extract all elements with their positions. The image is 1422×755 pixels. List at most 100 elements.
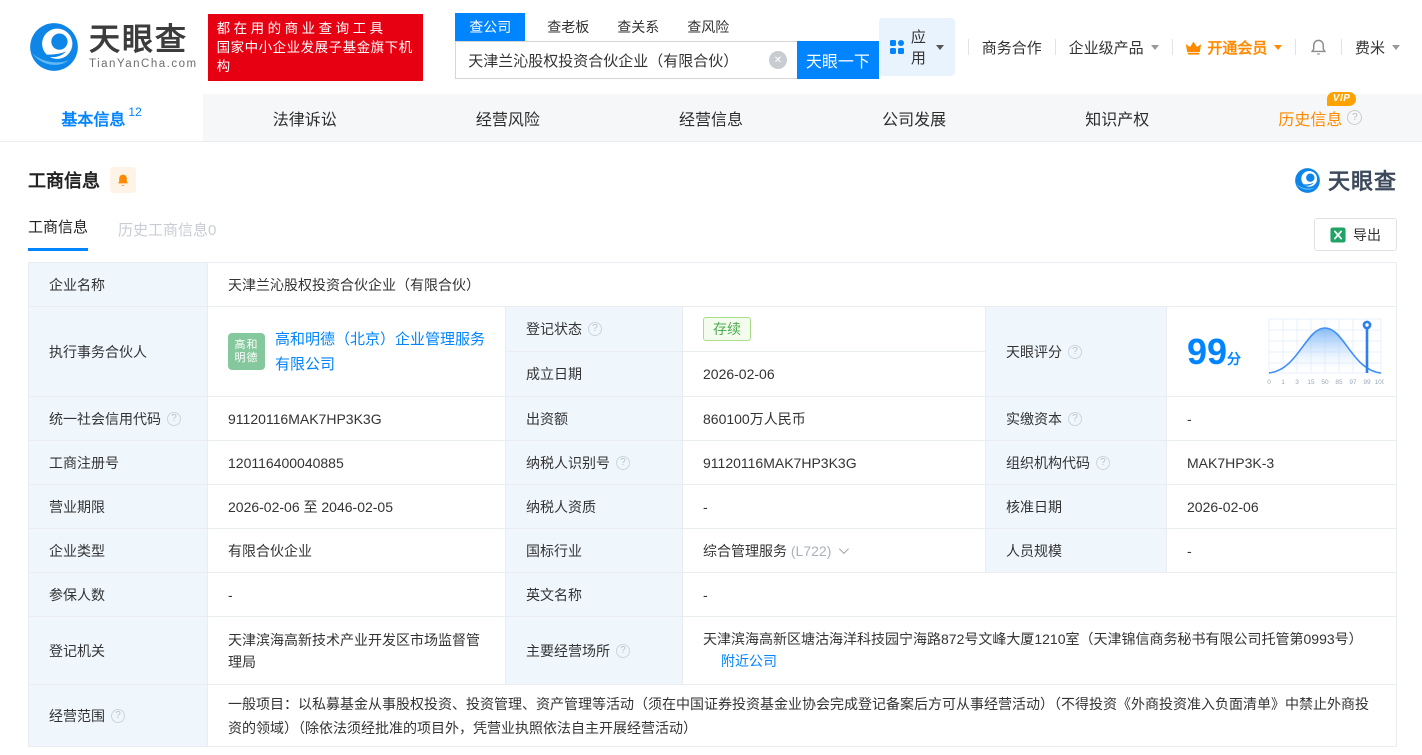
monitor-bell-button[interactable] <box>110 167 136 193</box>
divider <box>1295 39 1297 55</box>
status-badge: 存续 <box>703 317 751 341</box>
search-tab-company[interactable]: 查公司 <box>455 13 526 41</box>
nearby-companies-link[interactable]: 附近公司 <box>721 653 777 669</box>
section-title: 工商信息 <box>28 171 100 191</box>
nav-cooperation[interactable]: 商务合作 <box>982 37 1042 58</box>
score-unit: 分 <box>1227 350 1242 367</box>
svg-text:3: 3 <box>1295 379 1299 386</box>
approval-date-value: 2026-02-06 <box>1167 485 1397 529</box>
business-scope-label: 经营范围? <box>29 685 208 747</box>
chevron-down-icon[interactable] <box>839 544 850 555</box>
tab-operation-info[interactable]: 经营信息 <box>609 94 812 141</box>
watermark-logo: 天眼查 <box>1294 164 1397 196</box>
export-button[interactable]: 导出 <box>1314 218 1397 251</box>
nav-enterprise-products[interactable]: 企业级产品 <box>1069 37 1159 58</box>
establish-date-label: 成立日期 <box>506 352 683 397</box>
english-name-value: - <box>683 573 1397 617</box>
tab-operation-risk[interactable]: 经营风险 <box>406 94 609 141</box>
logo-domain: TianYanCha.com <box>89 58 198 70</box>
business-term-label: 营业期限 <box>29 485 208 529</box>
executive-partner-value: 高和 明德 高和明德（北京）企业管理服务有限公司 <box>208 307 506 397</box>
paid-capital-label: 实缴资本? <box>986 397 1167 441</box>
score-number: 99 <box>1187 330 1228 372</box>
user-menu[interactable]: 费米 <box>1355 37 1401 58</box>
tab-count-badge: 12 <box>128 104 142 119</box>
top-nav: 应用 商务合作 企业级产品 开通会员 费米 <box>878 18 1401 76</box>
tianyan-score-value: 99分 0 1 3 15 50 85 97 99 100 <box>1167 307 1397 397</box>
executive-partner-label: 执行事务合伙人 <box>29 307 208 397</box>
divider <box>1171 39 1173 55</box>
insured-count-label: 参保人数 <box>29 573 208 617</box>
org-code-value: MAK7HP3K-3 <box>1167 441 1397 485</box>
help-icon[interactable]: ? <box>167 411 181 426</box>
subtab-business-info[interactable]: 工商信息 <box>28 216 89 251</box>
taxpayer-id-value: 91120116MAK7HP3K3G <box>683 441 986 485</box>
staff-size-value: - <box>1167 529 1397 573</box>
partner-company-link[interactable]: 高和明德（北京）企业管理服务有限公司 <box>275 327 491 377</box>
chevron-down-icon <box>935 44 944 50</box>
apps-grid-icon <box>889 40 904 54</box>
tab-company-development[interactable]: 公司发展 <box>813 94 1016 141</box>
company-type-value: 有限合伙企业 <box>208 529 506 573</box>
help-icon[interactable]: ? <box>1096 455 1110 470</box>
nav-open-vip[interactable]: 开通会员 <box>1185 37 1283 58</box>
credit-code-value: 91120116MAK7HP3K3G <box>208 397 506 441</box>
help-icon[interactable]: ? <box>616 643 630 658</box>
english-name-label: 英文名称 <box>506 573 683 617</box>
capital-label: 出资额 <box>506 397 683 441</box>
divider <box>1341 39 1342 55</box>
taxpayer-id-label: 纳税人识别号? <box>506 441 683 485</box>
approval-date-label: 核准日期 <box>986 485 1167 529</box>
business-address-label: 主要经营场所? <box>506 617 683 685</box>
svg-text:100: 100 <box>1375 379 1384 386</box>
help-icon[interactable]: ? <box>111 708 125 723</box>
svg-text:99: 99 <box>1363 379 1371 386</box>
search-tab-risk[interactable]: 查风险 <box>687 17 729 41</box>
taxpayer-quality-value: - <box>683 485 986 529</box>
help-icon[interactable]: ? <box>616 455 630 470</box>
registration-status-value: 存续 <box>683 307 986 352</box>
search-tab-relation[interactable]: 查关系 <box>617 17 659 41</box>
taxpayer-quality-label: 纳税人资质 <box>506 485 683 529</box>
divider <box>967 39 969 55</box>
search-tabs: 查公司 查老板 查关系 查风险 <box>455 13 879 41</box>
logo-title: 天眼查 <box>89 22 188 57</box>
bell-icon <box>1311 39 1327 55</box>
tab-basic-info[interactable]: 基本信息 12 <box>0 94 204 141</box>
divider <box>1054 39 1056 55</box>
registration-number-label: 工商注册号 <box>29 441 208 485</box>
staff-size-label: 人员规模 <box>986 529 1167 573</box>
apps-menu[interactable]: 应用 <box>878 18 955 76</box>
search-button[interactable]: 天眼一下 <box>796 41 879 79</box>
svg-text:15: 15 <box>1307 379 1315 386</box>
slogan-line2: 国家中小企业发展子基金旗下机构 <box>216 39 413 74</box>
score-distribution-chart: 0 1 3 15 50 85 97 99 100 <box>1267 318 1384 386</box>
company-name-label: 企业名称 <box>29 263 208 307</box>
chevron-down-icon <box>1274 44 1283 50</box>
bell-icon <box>118 174 128 186</box>
tianyancha-logo-icon <box>1295 167 1320 193</box>
tab-history-info[interactable]: 历史信息 VIP ? <box>1219 91 1422 141</box>
business-info-table: 企业名称 天津兰沁股权投资合伙企业（有限合伙） 执行事务合伙人 高和 明德 高和… <box>28 262 1397 747</box>
search-box: ✕ <box>455 41 797 79</box>
question-icon[interactable]: ? <box>1347 110 1363 125</box>
help-icon[interactable]: ? <box>588 322 602 336</box>
tab-legal-proceedings[interactable]: 法律诉讼 <box>203 94 406 141</box>
clear-icon[interactable]: ✕ <box>768 51 787 69</box>
help-icon[interactable]: ? <box>1068 344 1082 359</box>
search-input[interactable] <box>468 51 769 69</box>
notifications-bell[interactable] <box>1309 38 1328 57</box>
tianyancha-logo[interactable]: 天眼查 TianYanCha.com <box>28 21 198 73</box>
establish-date-value: 2026-02-06 <box>683 352 986 397</box>
registration-authority-label: 登记机关 <box>29 617 208 685</box>
industry-value: 综合管理服务 (L722) <box>683 529 986 573</box>
svg-text:1: 1 <box>1281 379 1285 386</box>
business-scope-value: 一般项目：以私募基金从事股权投资、投资管理、资产管理等活动（须在中国证券投资基金… <box>208 685 1397 747</box>
watermark-text: 天眼查 <box>1327 169 1397 194</box>
tab-intellectual-property[interactable]: 知识产权 <box>1016 94 1219 141</box>
insured-count-value: - <box>208 573 506 617</box>
search-tab-boss[interactable]: 查老板 <box>547 17 589 41</box>
subtab-history-business-info[interactable]: 历史工商信息0 <box>118 219 216 251</box>
apps-label: 应用 <box>910 29 926 67</box>
help-icon[interactable]: ? <box>1068 411 1082 426</box>
